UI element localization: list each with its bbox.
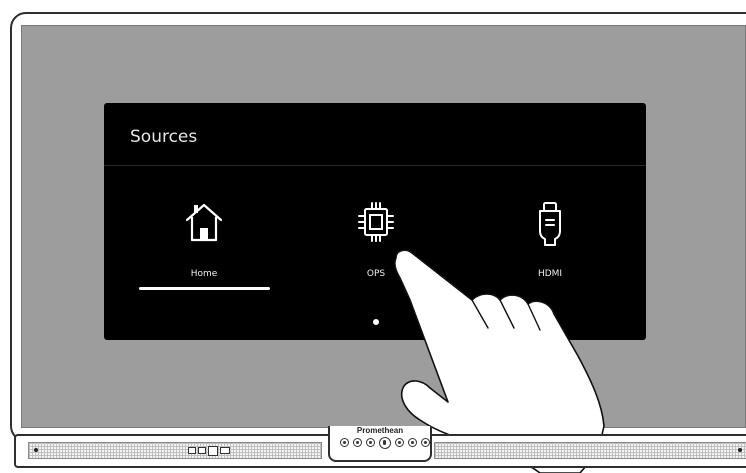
illustration: Sources Home OPS HDMI Promethean xyxy=(0,0,746,473)
speaker-grille-left xyxy=(28,442,322,459)
usb-port-icon xyxy=(188,447,196,454)
speaker-bar: Promethean xyxy=(14,426,746,468)
sensor-dot xyxy=(738,448,742,452)
menu-button[interactable] xyxy=(408,438,417,447)
front-ports xyxy=(188,445,232,456)
usb-c-port-icon xyxy=(208,445,218,456)
brand-label: Promethean xyxy=(356,426,404,435)
pointing-hand-icon xyxy=(394,249,605,473)
volume-down-button[interactable] xyxy=(340,438,349,447)
hdmi-port-icon xyxy=(220,447,230,454)
speaker-grille-right xyxy=(434,442,746,459)
input-button[interactable] xyxy=(395,438,404,447)
power-button[interactable] xyxy=(379,437,391,449)
usb-port-icon xyxy=(198,447,206,454)
sensor-dot xyxy=(34,448,38,452)
front-control-panel: Promethean xyxy=(328,426,432,462)
freeze-button[interactable] xyxy=(421,438,430,447)
volume-up-button[interactable] xyxy=(353,438,362,447)
home-button[interactable] xyxy=(366,438,375,447)
